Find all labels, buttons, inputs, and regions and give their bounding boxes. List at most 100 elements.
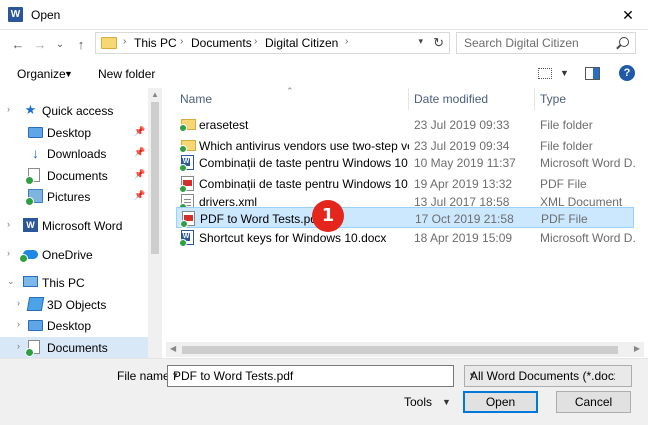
file-date: 18 Apr 2019 15:09 [414,231,513,245]
file-list-horizontal-scrollbar[interactable]: ◀ ▶ [166,342,644,357]
expand-icon[interactable]: › [7,104,10,114]
file-type-filter-select[interactable]: All Word Documents (*.docx;*.d ▾ [464,365,632,387]
sidebar-item-documents-quick[interactable]: Documents 📌 [0,165,148,186]
sidebar-item-documents[interactable]: › Documents [0,337,148,358]
sidebar-scrollbar[interactable]: ▲ [148,88,162,358]
file-date: 19 Apr 2019 13:32 [414,177,513,191]
chevron-down-icon[interactable]: ▾ [173,370,449,381]
refresh-icon[interactable]: ↻ [433,35,444,51]
view-dropdown-icon[interactable]: ▼ [560,68,569,78]
sidebar-item-label: Documents [47,341,108,355]
address-bar[interactable]: › This PC › Documents › Digital Citizen … [95,32,450,54]
file-type: Microsoft Word D... [540,156,635,170]
word-doc-icon [179,230,194,247]
sidebar-item-label: 3D Objects [47,298,107,312]
recent-locations-dropdown-icon[interactable]: ⌄ [51,36,69,54]
chevron-right-icon[interactable]: › [345,36,348,47]
desktop-icon [28,320,43,331]
download-icon: ↓ [32,145,39,161]
sidebar-item-pictures[interactable]: Pictures 📌 [0,186,148,207]
search-box[interactable]: Search Digital Citizen [456,32,636,54]
organize-button[interactable]: Organize [17,67,66,81]
window-title: Open [31,8,61,22]
scroll-up-icon[interactable]: ▲ [151,90,159,99]
sync-check-icon [179,124,187,132]
organize-dropdown-icon[interactable]: ▼ [64,69,73,79]
chevron-right-icon[interactable]: › [180,36,183,47]
chevron-down-icon[interactable]: ▾ [470,370,615,381]
sidebar-item-label: Quick access [42,104,114,118]
star-icon: ★ [24,102,37,117]
sidebar-item-quick-access[interactable]: › ★ Quick access [0,100,148,121]
file-row[interactable]: erasetest 23 Jul 2019 09:33 File folder [176,114,634,135]
open-button[interactable]: Open [463,391,538,413]
file-name: Combinații de taste pentru Windows 10, .… [199,156,409,170]
sidebar-item-label: Pictures [47,190,91,204]
column-date-modified[interactable]: Date modified [414,92,488,106]
sync-check-icon [179,239,187,247]
sidebar-item-downloads[interactable]: ↓ Downloads 📌 [0,143,148,164]
scroll-right-icon[interactable]: ▶ [634,344,640,353]
folder-icon [179,140,196,153]
help-icon[interactable]: ? [619,65,635,81]
sidebar-item-label: Documents [47,169,108,183]
up-arrow-icon[interactable]: ↑ [72,36,90,54]
cancel-button[interactable]: Cancel [556,391,631,413]
computer-icon [23,276,38,287]
tools-button[interactable]: Tools [404,395,432,409]
column-header-row: ⌃ Name Date modified Type [166,86,644,110]
expand-icon[interactable]: › [17,341,20,351]
new-folder-button[interactable]: New folder [98,67,155,81]
collapse-icon[interactable]: ⌄ [7,276,15,287]
expand-icon[interactable]: › [7,219,10,229]
file-name-input[interactable]: PDF to Word Tests.pdf ▾ [167,365,454,387]
file-row-selected[interactable]: PDF to Word Tests.pdf 17 Oct 2019 21:58 … [176,207,634,228]
file-row[interactable]: Shortcut keys for Windows 10.docx 18 Apr… [176,227,635,248]
expand-icon[interactable]: › [17,319,20,329]
dialog-footer: File name: PDF to Word Tests.pdf ▾ All W… [0,358,648,425]
expand-icon[interactable]: › [7,248,10,258]
column-divider[interactable] [408,88,409,110]
scrollbar-thumb[interactable] [182,346,618,354]
sidebar-item-this-pc[interactable]: ⌄ This PC [0,272,148,293]
sidebar-item-desktop[interactable]: Desktop 📌 [0,122,148,143]
word-doc-icon [179,155,194,172]
preview-pane-icon[interactable] [585,67,600,80]
sidebar-item-desktop-pc[interactable]: › Desktop [0,315,148,336]
sidebar-item-3d-objects[interactable]: › 3D Objects [0,294,148,315]
word-icon: W [23,218,38,232]
forward-arrow-icon[interactable]: → [31,36,49,54]
column-divider[interactable] [534,88,535,110]
column-name[interactable]: Name [180,92,212,106]
breadcrumb-documents[interactable]: Documents [191,36,252,50]
sync-check-icon [19,254,28,263]
expand-icon[interactable]: › [17,298,20,308]
sidebar-item-label: Desktop [47,319,92,333]
search-icon[interactable] [619,37,629,47]
chevron-right-icon[interactable]: › [123,36,126,47]
breadcrumb-digital-citizen[interactable]: Digital Citizen [265,36,338,50]
navigation-pane: › ★ Quick access Desktop 📌 ↓ Downloads 📌… [0,88,162,358]
file-name: Which antivirus vendors use two-step ver… [199,139,409,153]
sidebar-item-label: This PC [42,276,85,290]
breadcrumb-this-pc[interactable]: This PC [134,36,177,50]
documents-icon [25,340,40,357]
sidebar-item-microsoft-word[interactable]: › W Microsoft Word [0,215,148,236]
sidebar-item-onedrive[interactable]: › OneDrive [0,244,148,265]
sync-check-icon [25,197,34,206]
column-type[interactable]: Type [540,92,566,106]
chevron-right-icon[interactable]: › [254,36,257,47]
cloud-icon [19,250,38,263]
view-options-icon[interactable] [538,68,552,79]
pin-icon: 📌 [134,169,146,179]
file-row[interactable]: Combinații de taste pentru Windows 10, .… [176,152,635,173]
sidebar-item-label: Downloads [47,147,107,161]
file-date: 23 Jul 2019 09:33 [414,118,510,132]
sync-check-icon [179,164,187,172]
scrollbar-thumb[interactable] [151,102,159,254]
back-arrow-icon[interactable]: ← [9,36,27,54]
scroll-left-icon[interactable]: ◀ [170,344,176,353]
close-button[interactable]: ✕ [608,0,648,30]
tools-dropdown-icon[interactable]: ▼ [442,397,451,407]
address-dropdown-icon[interactable]: ▾ [418,36,423,47]
